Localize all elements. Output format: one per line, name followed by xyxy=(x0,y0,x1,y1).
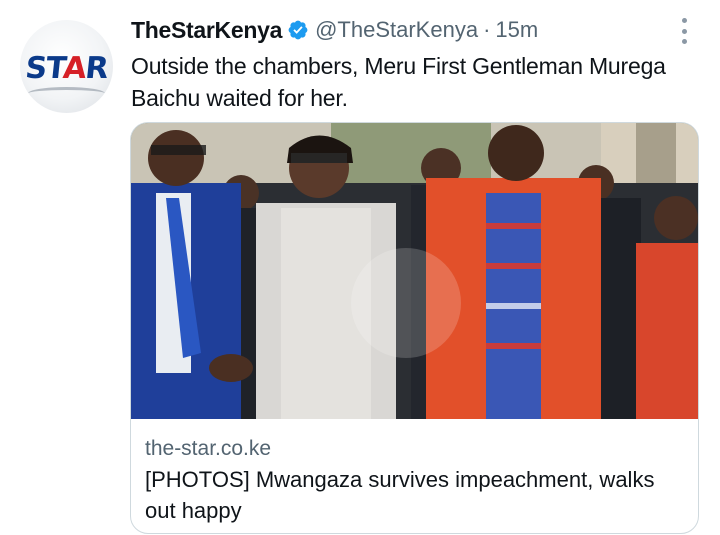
avatar-logo-text-1: ST xyxy=(23,51,66,86)
handle[interactable]: @TheStarKenya xyxy=(315,17,478,43)
avatar-swoosh xyxy=(28,87,105,100)
link-card[interactable]: the-star.co.ke [PHOTOS] Mwangaza survive… xyxy=(130,122,699,534)
avatar[interactable]: STAR xyxy=(20,20,113,113)
more-dot xyxy=(681,18,687,23)
card-photo[interactable] xyxy=(131,123,699,419)
avatar-logo: STAR xyxy=(20,51,113,86)
avatar-logo-text-3: R xyxy=(83,51,110,86)
timestamp[interactable]: 15m xyxy=(495,17,538,43)
display-name[interactable]: TheStarKenya xyxy=(131,17,282,44)
tweet-text: Outside the chambers, Meru First Gentlem… xyxy=(131,53,666,111)
tweet-header: TheStarKenya @TheStarKenya · 15m xyxy=(131,14,538,46)
more-dot xyxy=(681,39,687,44)
more-options-icon[interactable] xyxy=(676,18,692,44)
card-title: [PHOTOS] Mwangaza survives impeachment, … xyxy=(145,467,655,523)
verified-badge-icon xyxy=(288,20,308,40)
more-dot xyxy=(681,28,687,34)
separator-dot: · xyxy=(483,17,491,42)
card-domain: the-star.co.ke xyxy=(145,437,272,460)
